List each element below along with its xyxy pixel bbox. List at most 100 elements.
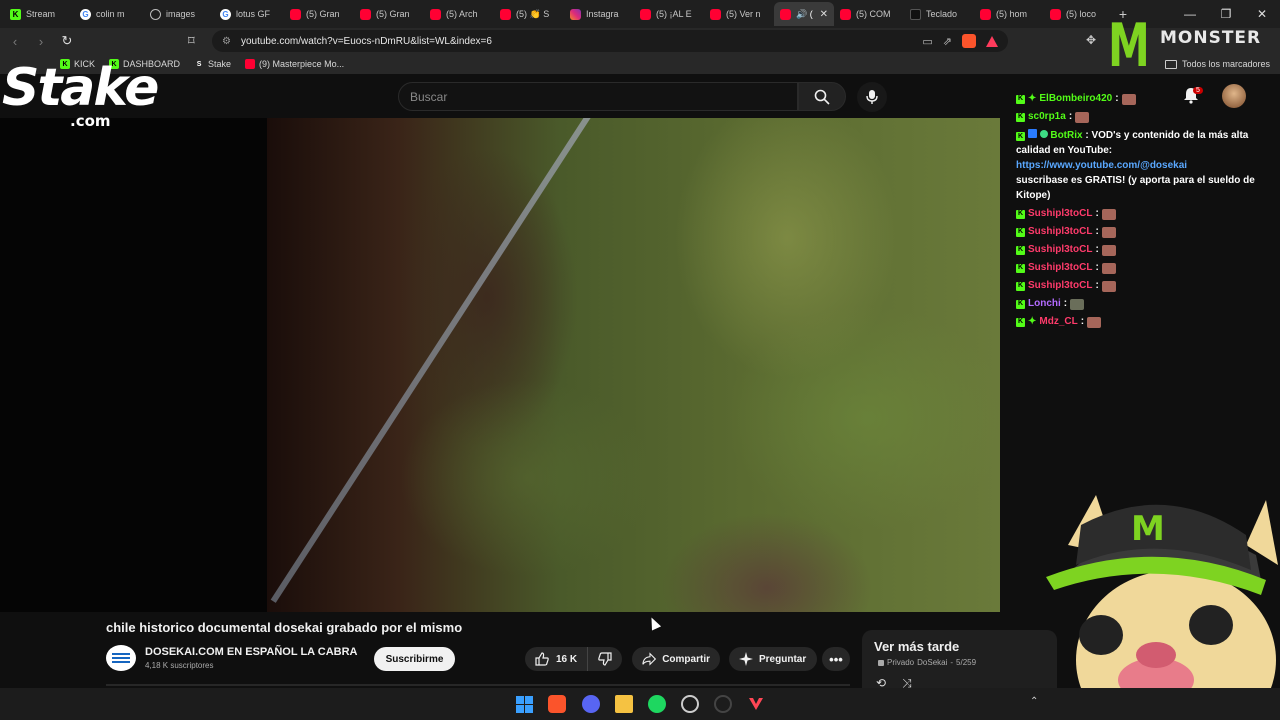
chat-message: K BotRix : VOD's y contenido de la más a… — [1016, 128, 1256, 203]
browser-tab[interactable]: K Stream — [4, 2, 74, 26]
browser-tab[interactable]: (5) ¡AL E — [634, 2, 704, 26]
subscribe-button[interactable]: Suscribirme — [374, 647, 455, 671]
browser-tab[interactable]: 🔊 ( ✕ — [774, 2, 834, 26]
search-input[interactable]: Buscar — [398, 82, 798, 111]
forward-button[interactable]: › — [30, 30, 52, 52]
youtube-favicon-icon — [500, 8, 511, 20]
bookmark-label: Stake — [208, 59, 232, 69]
browser-tab[interactable]: (5) hom — [974, 2, 1044, 26]
youtube-favicon-icon — [1050, 8, 1061, 20]
browser-tab[interactable]: Instagra — [564, 2, 634, 26]
chat-username[interactable]: sc0rp1a — [1028, 108, 1066, 126]
browser-tab[interactable]: Teclado — [904, 2, 974, 26]
chat-emote-icon — [1101, 244, 1116, 256]
steam-taskbar-icon[interactable] — [681, 695, 699, 713]
voice-search-button[interactable] — [857, 82, 887, 112]
obs-taskbar-icon[interactable] — [714, 695, 732, 713]
youtube-favicon-icon — [840, 8, 851, 20]
ask-button[interactable]: Preguntar — [729, 647, 817, 671]
chat-username[interactable]: Sushipl3toCL — [1028, 205, 1092, 223]
site-info-icon[interactable]: ⚙ — [222, 36, 231, 47]
like-dislike-group: 16 K — [525, 647, 623, 671]
globe-favicon-icon — [150, 8, 161, 20]
video-content-rod — [270, 118, 603, 603]
like-count: 16 K — [556, 653, 578, 665]
browser-tab[interactable]: (5) Gran — [284, 2, 354, 26]
tab-label: images — [166, 9, 196, 19]
windows-start-button[interactable] — [515, 695, 533, 713]
share-button[interactable]: Compartir — [632, 647, 720, 671]
tab-label: Teclado — [926, 9, 958, 19]
browser-tab[interactable]: (5) Ver n — [704, 2, 774, 26]
browser-tab[interactable]: Gcolin m — [74, 2, 144, 26]
extensions-icon[interactable]: ✥ — [1086, 33, 1096, 47]
stream-chat-overlay: K ✦ ElBombeiro420 : Ksc0rp1a : K BotRix : … — [1016, 90, 1256, 331]
video-player[interactable] — [0, 118, 1000, 612]
tab-label: (5) hom — [996, 9, 1028, 19]
browser-tab[interactable]: images — [144, 2, 214, 26]
browser-tab[interactable]: (5) Gran — [354, 2, 424, 26]
tab-label: (5) ¡AL E — [656, 9, 692, 19]
brave-taskbar-icon[interactable] — [548, 695, 566, 713]
share-label: Compartir — [662, 653, 710, 665]
chat-emote-icon — [1101, 280, 1116, 292]
chat-link[interactable]: https://www.youtube.com/@dosekai — [1016, 158, 1256, 173]
monster-logo-overlay: M MONSTER — [1104, 16, 1280, 80]
address-bar[interactable]: ⚙ youtube.com/watch?v=Euocs-nDmRU&list=W… — [212, 30, 1008, 52]
chat-username[interactable]: BotRix — [1050, 130, 1082, 141]
discord-taskbar-icon[interactable] — [582, 695, 600, 713]
channel-name[interactable]: DOSEKAI.COM EN ESPAÑOL LA CABRA — [145, 646, 357, 658]
cast-icon[interactable]: ▭ — [922, 35, 932, 48]
kick-badge-icon: K — [1016, 263, 1025, 273]
dislike-button[interactable] — [588, 647, 622, 671]
back-button[interactable]: ‹ — [4, 30, 26, 52]
kick-badge-icon: K — [1016, 94, 1025, 104]
share-page-icon[interactable]: ⇗ — [943, 35, 952, 48]
more-actions-button[interactable]: ••• — [822, 647, 850, 671]
playlist-info: Privado DoSekai - 5/259 — [878, 658, 976, 667]
playlist-panel[interactable]: Ver más tarde Privado DoSekai - 5/259 ⟲ … — [862, 630, 1057, 690]
youtube-favicon-icon — [430, 8, 441, 20]
chat-username[interactable]: Lonchi — [1028, 295, 1061, 313]
chat-emote-icon — [1087, 316, 1102, 328]
playlist-owner: DoSekai — [917, 658, 948, 667]
spotify-taskbar-icon[interactable] — [648, 695, 666, 713]
browser-toolbar: ‹ › ↻ ⌑ ⚙ youtube.com/watch?v=Euocs-nDmR… — [0, 28, 1280, 54]
kick-badge-icon: K — [1016, 245, 1025, 255]
chat-username[interactable]: ElBombeiro420 — [1039, 90, 1112, 108]
bookmark-page-icon[interactable]: ⌑ — [188, 33, 195, 49]
bookmark-item[interactable]: S Stake — [194, 59, 231, 69]
browser-tab[interactable]: Glotus GF — [214, 2, 284, 26]
system-tray-chevron-icon[interactable]: ⌃ — [1030, 696, 1038, 707]
chat-username[interactable]: Sushipl3toCL — [1028, 259, 1092, 277]
browser-tab[interactable]: (5) Arch — [424, 2, 494, 26]
like-button[interactable]: 16 K — [525, 647, 589, 671]
tab-label: 🔊 ( — [796, 8, 813, 19]
valorant-taskbar-icon[interactable] — [747, 695, 765, 713]
google-favicon-icon: G — [80, 8, 91, 20]
kick-badge-icon: K — [1016, 299, 1025, 309]
file-explorer-taskbar-icon[interactable] — [615, 695, 633, 713]
tab-close-icon[interactable]: ✕ — [820, 9, 828, 20]
stake-logo-overlay: Stake .com — [2, 62, 177, 140]
browser-tab[interactable]: (5) COM — [834, 2, 904, 26]
chat-message: K Sushipl3toCL : — [1016, 259, 1256, 277]
tab-label: (5) 👏 S — [516, 8, 550, 19]
brave-shields-icon[interactable] — [962, 34, 976, 48]
tab-label: lotus GF — [236, 9, 271, 19]
ask-label: Preguntar — [759, 653, 807, 665]
browser-tab[interactable]: (5) 👏 S — [494, 2, 564, 26]
brave-rewards-icon[interactable] — [986, 35, 998, 47]
chat-separator: : — [1095, 262, 1099, 273]
chat-username[interactable]: Sushipl3toCL — [1028, 241, 1092, 259]
browser-tab-strip: K Stream Gcolin m images Glotus GF (5) Gran (5… — [0, 0, 1280, 28]
chat-username[interactable]: Mdz_CL — [1039, 313, 1077, 331]
chat-text: suscribase es GRATIS! (y aporta para el … — [1016, 175, 1255, 201]
channel-avatar[interactable] — [106, 645, 136, 671]
chat-username[interactable]: Sushipl3toCL — [1028, 223, 1092, 241]
reload-button[interactable]: ↻ — [56, 30, 78, 52]
search-button[interactable] — [798, 82, 846, 111]
verified-badge-icon — [1039, 130, 1048, 138]
bookmark-item[interactable]: (9) Masterpiece Mo... — [245, 59, 344, 69]
chat-username[interactable]: Sushipl3toCL — [1028, 277, 1092, 295]
